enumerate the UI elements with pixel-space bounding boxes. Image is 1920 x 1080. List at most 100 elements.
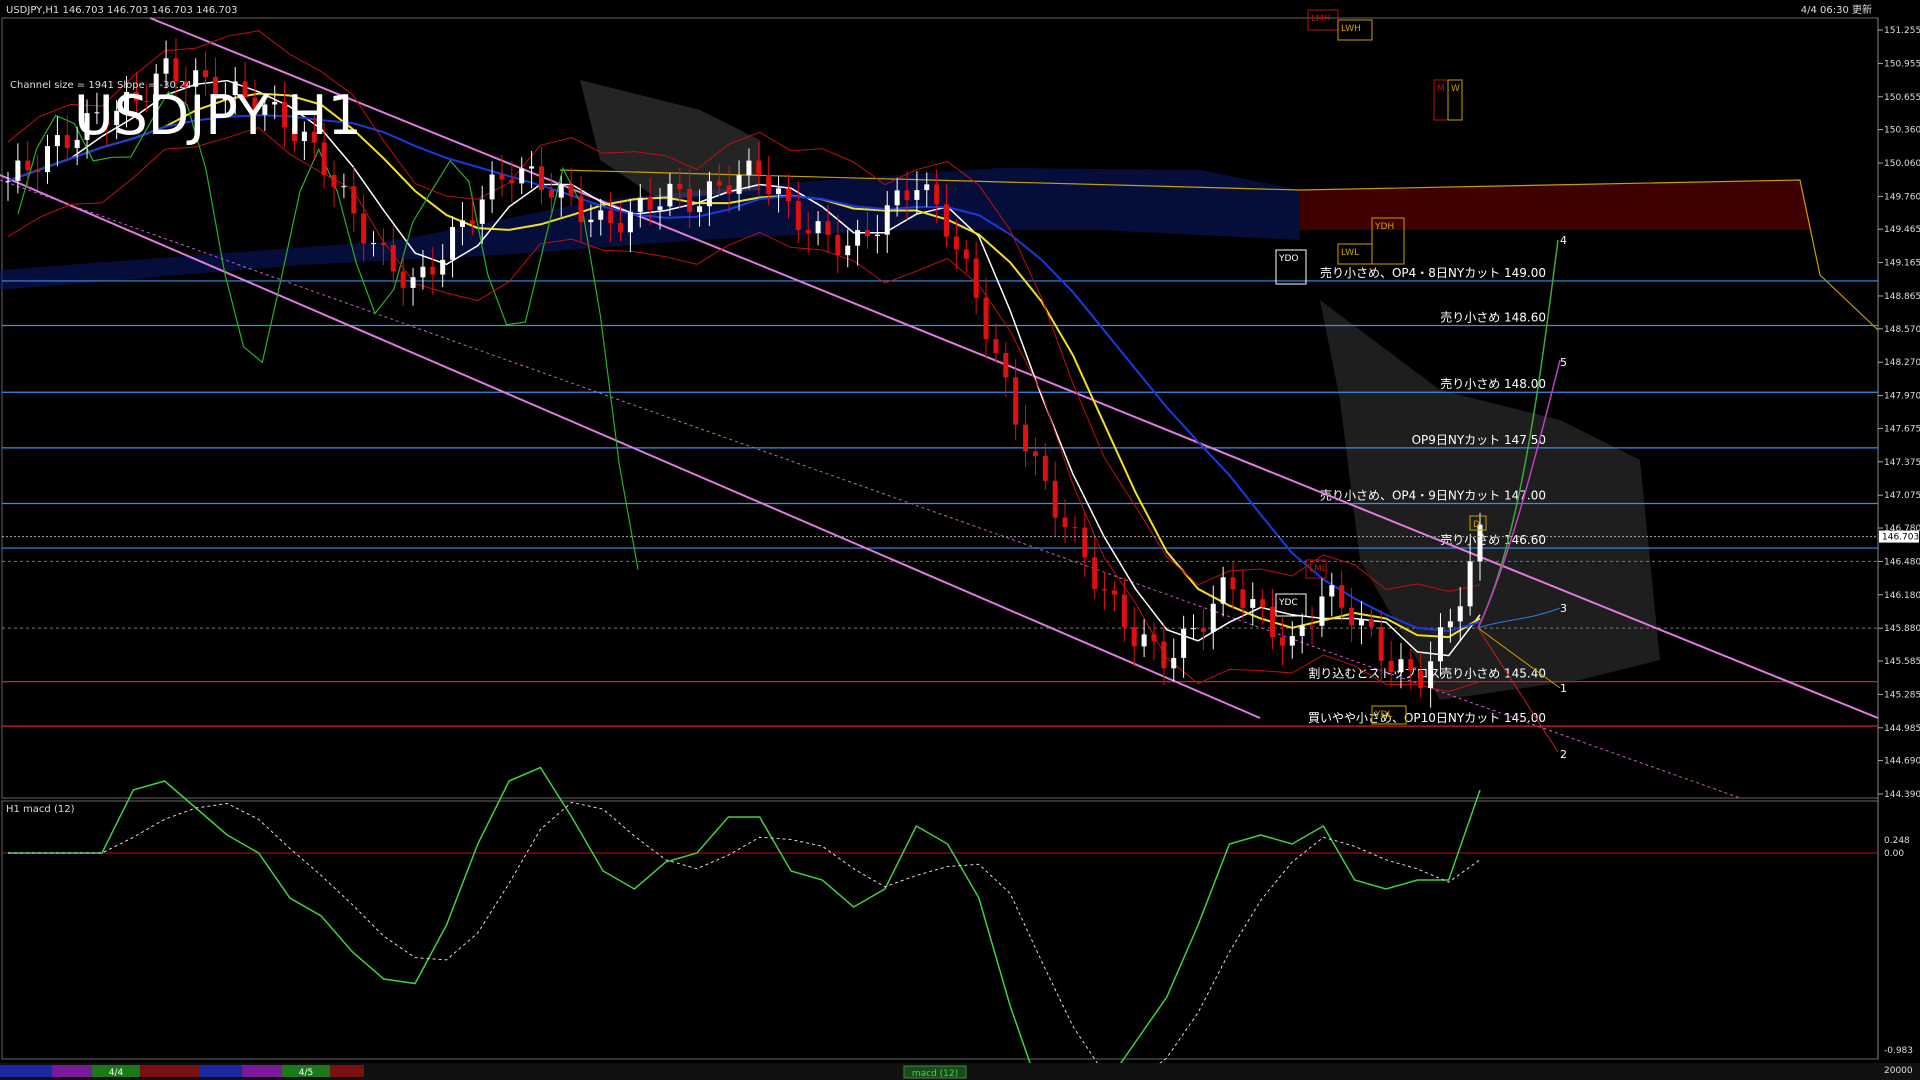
candle-body: [400, 271, 406, 288]
candle-body: [1200, 628, 1206, 632]
candle-body: [1181, 628, 1187, 658]
candle-body: [321, 142, 327, 175]
candle-body: [1418, 670, 1424, 689]
candle-body: [627, 211, 633, 233]
candle-body: [1437, 627, 1443, 662]
period-box-label: LMH: [1311, 14, 1331, 24]
price-tick-label: 144.985: [1884, 724, 1920, 734]
price-tick-label: 148.865: [1884, 292, 1920, 302]
price-tick-label: 150.655: [1884, 93, 1920, 103]
candle-body: [163, 58, 169, 74]
period-box-label: LML: [1309, 564, 1327, 574]
price-tick-label: 149.760: [1884, 192, 1920, 202]
price-tick-label: 146.480: [1884, 557, 1920, 567]
level-line-label: 売り小さめ、OP4・9日NYカット 147.00: [1320, 488, 1546, 503]
candle-body: [618, 222, 624, 233]
current-price-label: 146.703: [1882, 533, 1919, 543]
candle-body: [805, 229, 811, 234]
level-line-label: 売り小さめ 148.60: [1440, 309, 1546, 324]
price-tick-label: 147.375: [1884, 458, 1920, 468]
candle-body: [430, 266, 436, 275]
candle-body: [538, 166, 544, 191]
candle-body: [440, 259, 446, 275]
candle-body: [1270, 606, 1276, 638]
candle-body: [459, 220, 465, 227]
candle-body: [469, 220, 475, 224]
candle-body: [1467, 561, 1473, 607]
candle-body: [756, 160, 762, 176]
candle-body: [5, 180, 11, 182]
candle-body: [1329, 585, 1335, 597]
price-tick-label: 146.180: [1884, 591, 1920, 601]
candle-body: [1319, 596, 1325, 626]
candle-body: [1358, 618, 1364, 626]
candle-body: [924, 184, 930, 191]
candle-body: [371, 243, 377, 245]
price-tick-label: 150.060: [1884, 159, 1920, 169]
period-box-label: YDC: [1278, 598, 1298, 608]
level-line-label: 売り小さめ 148.00: [1440, 376, 1546, 391]
candle-body: [934, 184, 940, 205]
candle-body: [1408, 659, 1414, 671]
candle-body: [697, 206, 703, 213]
timeline-date-1: 4/4: [109, 1068, 124, 1078]
candle-body: [529, 166, 535, 169]
timeline-bar: 4/4 4/5 macd (12) 20000: [0, 1063, 1920, 1080]
candle-body: [1062, 517, 1068, 528]
candle-body: [519, 168, 525, 184]
candle-body: [1230, 577, 1236, 590]
big-title: USDJPY H1: [74, 84, 362, 147]
candle-body: [598, 210, 604, 220]
candle-body: [874, 234, 880, 237]
candle-body: [973, 258, 979, 298]
candle-body: [1121, 594, 1127, 628]
projection-label: 1: [1560, 682, 1567, 695]
period-box-label: D: [1473, 520, 1480, 530]
macd-title: H1 macd (12): [6, 804, 75, 815]
candle-body: [608, 210, 614, 223]
period-box-label: LWH: [1341, 24, 1361, 34]
period-box-label: YDL: [1374, 710, 1392, 720]
macd-tick-label: 0.00: [1884, 849, 1904, 859]
level-line-label: 売り小さめ 146.60: [1440, 532, 1546, 547]
projection-label: 2: [1560, 748, 1567, 761]
candle-body: [479, 199, 485, 224]
price-tick-label: 145.285: [1884, 690, 1920, 700]
candle-body: [1171, 657, 1177, 669]
candle-body: [825, 221, 831, 235]
timeline-date-2: 4/5: [299, 1068, 313, 1078]
candle-body: [1131, 627, 1137, 647]
period-box-label: M: [1437, 84, 1445, 94]
candle-body: [1299, 625, 1305, 637]
candle-body: [1141, 634, 1147, 647]
price-tick-label: 147.970: [1884, 392, 1920, 402]
candle-body: [568, 184, 574, 197]
candle-body: [894, 190, 900, 206]
candle-body: [45, 146, 51, 173]
candle-body: [558, 184, 564, 198]
projection-label: 5: [1560, 356, 1567, 369]
candle-body: [766, 175, 772, 195]
macd-bottom-value: 20000: [1884, 1066, 1913, 1076]
price-tick-label: 149.465: [1884, 225, 1920, 235]
candle-body: [1191, 628, 1197, 630]
candle-body: [351, 186, 357, 214]
candle-body: [499, 174, 505, 180]
candle-body: [1289, 636, 1295, 646]
candle-body: [450, 226, 456, 260]
price-tick-label: 144.390: [1884, 790, 1920, 800]
candle-body: [15, 160, 21, 181]
candle-body: [864, 230, 870, 237]
candle-body: [647, 197, 653, 210]
candle-body: [420, 266, 426, 278]
candle-body: [914, 190, 920, 200]
candle-body: [390, 245, 396, 272]
candle-body: [489, 174, 495, 200]
candle-body: [1082, 527, 1088, 558]
candle-body: [1161, 641, 1167, 669]
price-tick-label: 145.585: [1884, 657, 1920, 667]
candle-body: [1368, 618, 1374, 628]
candle-body: [1378, 627, 1384, 661]
candle-body: [1042, 455, 1048, 481]
candle-body: [904, 190, 910, 200]
